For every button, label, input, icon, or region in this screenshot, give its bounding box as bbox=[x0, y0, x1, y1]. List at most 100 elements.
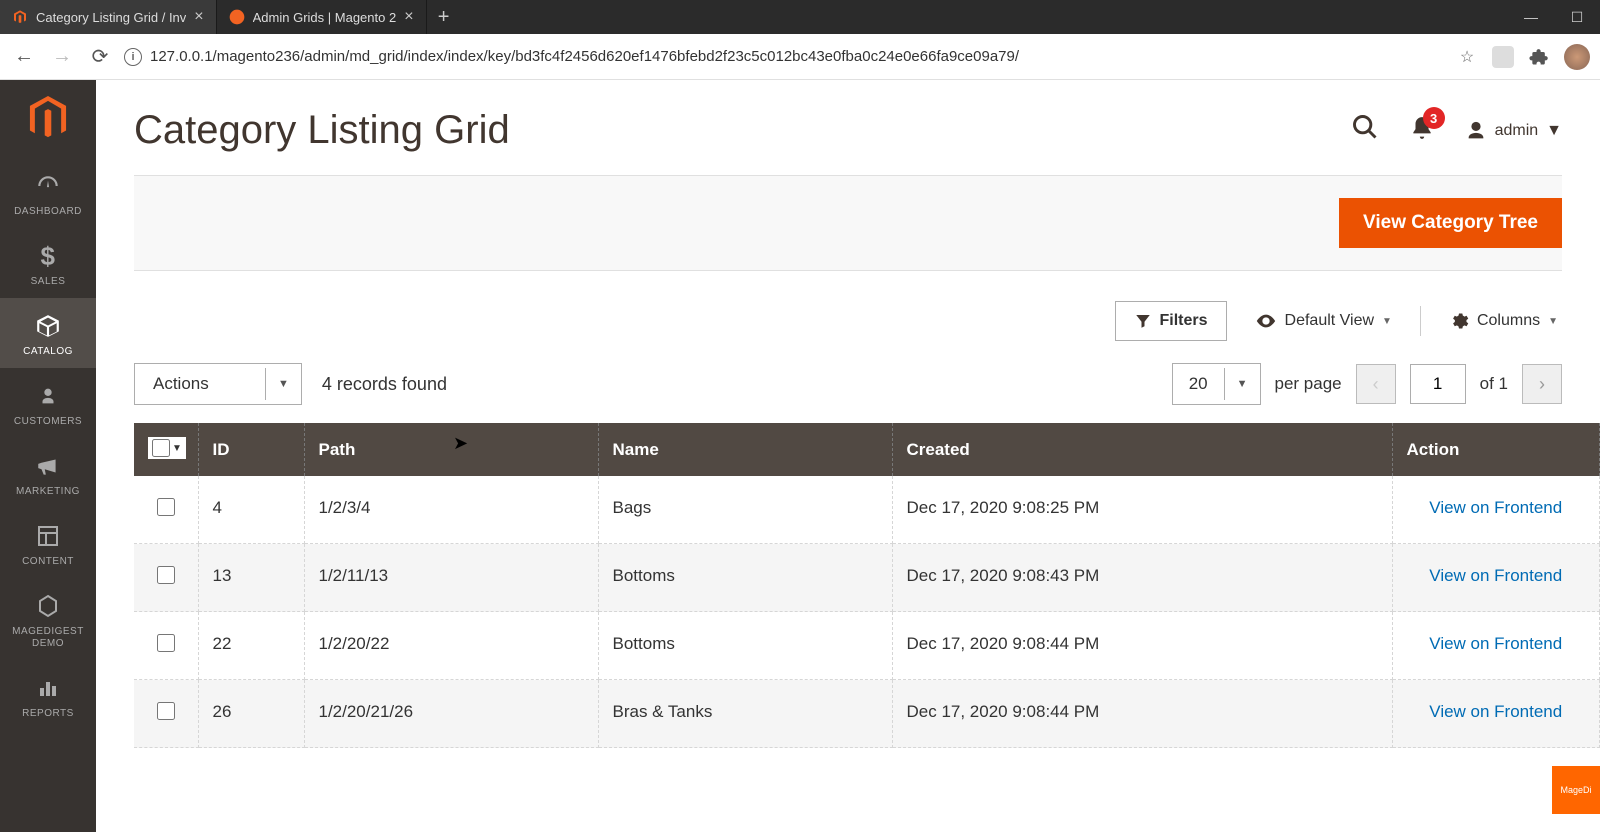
search-icon[interactable] bbox=[1351, 113, 1379, 148]
cell-path: 1/2/20/21/26 bbox=[304, 680, 598, 748]
admin-user-menu[interactable]: admin ▼ bbox=[1465, 120, 1562, 142]
page-input[interactable] bbox=[1410, 364, 1466, 404]
page-title: Category Listing Grid bbox=[134, 108, 1351, 153]
col-id[interactable]: ID bbox=[198, 423, 304, 476]
layout-icon bbox=[34, 522, 62, 550]
address-bar: ← → ⟳ i 127.0.0.1/magento236/admin/md_gr… bbox=[0, 34, 1600, 80]
view-on-frontend-link[interactable]: View on Frontend bbox=[1429, 498, 1562, 517]
row-checkbox[interactable] bbox=[157, 634, 175, 652]
url-bar[interactable]: i 127.0.0.1/magento236/admin/md_grid/ind… bbox=[124, 48, 1446, 66]
back-button[interactable]: ← bbox=[10, 43, 38, 71]
view-category-tree-button[interactable]: View Category Tree bbox=[1339, 198, 1562, 248]
barchart-icon bbox=[34, 674, 62, 702]
eye-icon bbox=[1255, 310, 1277, 332]
default-view-button[interactable]: Default View ▼ bbox=[1251, 304, 1396, 338]
cell-created: Dec 17, 2020 9:08:44 PM bbox=[892, 680, 1392, 748]
close-icon[interactable]: × bbox=[194, 9, 203, 25]
box-icon bbox=[34, 312, 62, 340]
cell-action: View on Frontend bbox=[1392, 476, 1600, 544]
minimize-button[interactable]: — bbox=[1508, 0, 1554, 34]
forward-button[interactable]: → bbox=[48, 43, 76, 71]
maximize-button[interactable]: ☐ bbox=[1554, 0, 1600, 34]
per-page-value: 20 bbox=[1173, 364, 1224, 404]
chevron-down-icon: ▼ bbox=[1546, 122, 1562, 140]
col-path[interactable]: Path bbox=[304, 423, 598, 476]
sidebar-item-label: SALES bbox=[31, 276, 66, 288]
cell-action: View on Frontend bbox=[1392, 544, 1600, 612]
columns-label: Columns bbox=[1477, 312, 1540, 330]
admin-username: admin bbox=[1495, 122, 1539, 140]
row-checkbox[interactable] bbox=[157, 498, 175, 516]
sidebar-item-label: CUSTOMERS bbox=[14, 416, 82, 428]
hex-icon bbox=[34, 592, 62, 620]
row-checkbox[interactable] bbox=[157, 702, 175, 720]
cell-name: Bottoms bbox=[598, 612, 892, 680]
actions-dropdown-label: Actions bbox=[135, 364, 265, 404]
table-row[interactable]: 221/2/20/22BottomsDec 17, 2020 9:08:44 P… bbox=[134, 612, 1600, 680]
table-row[interactable]: 41/2/3/4BagsDec 17, 2020 9:08:25 PMView … bbox=[134, 476, 1600, 544]
col-name[interactable]: Name bbox=[598, 423, 892, 476]
browser-tab-active[interactable]: Category Listing Grid / Inv × bbox=[0, 0, 217, 34]
view-on-frontend-link[interactable]: View on Frontend bbox=[1429, 634, 1562, 653]
prev-page-button[interactable]: ‹ bbox=[1356, 364, 1396, 404]
site-info-icon[interactable]: i bbox=[124, 48, 142, 66]
profile-avatar[interactable] bbox=[1564, 44, 1590, 70]
default-view-label: Default View bbox=[1285, 312, 1375, 330]
funnel-icon bbox=[1134, 312, 1152, 330]
table-header-row: ▼ ID Path Name Created Action bbox=[134, 423, 1600, 476]
sidebar-item-dashboard[interactable]: DASHBOARD bbox=[0, 158, 96, 228]
sidebar-item-magedigest-demo[interactable]: MAGEDIGEST DEMO bbox=[0, 578, 96, 660]
magento-favicon bbox=[229, 9, 245, 25]
url-text: 127.0.0.1/magento236/admin/md_grid/index… bbox=[150, 48, 1019, 65]
col-created[interactable]: Created bbox=[892, 423, 1392, 476]
tab-title: Category Listing Grid / Inv bbox=[36, 10, 186, 25]
sidebar-item-sales[interactable]: $ SALES bbox=[0, 228, 96, 298]
next-page-button[interactable]: › bbox=[1522, 364, 1562, 404]
chevron-down-icon: ▼ bbox=[1548, 316, 1558, 327]
floating-badge[interactable]: MageDi bbox=[1552, 766, 1600, 814]
notifications-button[interactable]: 3 bbox=[1409, 115, 1435, 146]
cell-path: 1/2/20/22 bbox=[304, 612, 598, 680]
browser-tab[interactable]: Admin Grids | Magento 2 × bbox=[217, 0, 427, 34]
bookmark-star-icon[interactable]: ☆ bbox=[1456, 46, 1478, 68]
sidebar-item-label: MAGEDIGEST DEMO bbox=[0, 626, 96, 650]
admin-sidebar: DASHBOARD $ SALES CATALOG CUSTOMERS MARKETING… bbox=[0, 80, 96, 832]
extension-icon[interactable] bbox=[1492, 46, 1514, 68]
table-row[interactable]: 131/2/11/13BottomsDec 17, 2020 9:08:43 P… bbox=[134, 544, 1600, 612]
select-all-header[interactable]: ▼ bbox=[134, 423, 198, 476]
actions-dropdown[interactable]: Actions ▼ bbox=[134, 363, 302, 405]
sidebar-item-label: CATALOG bbox=[23, 346, 73, 358]
sidebar-item-catalog[interactable]: CATALOG bbox=[0, 298, 96, 368]
extensions-puzzle-icon[interactable] bbox=[1528, 46, 1550, 68]
cell-created: Dec 17, 2020 9:08:44 PM bbox=[892, 612, 1392, 680]
sidebar-item-marketing[interactable]: MARKETING bbox=[0, 438, 96, 508]
main-content: Category Listing Grid 3 admin ▼ View Cat… bbox=[96, 80, 1600, 832]
new-tab-button[interactable]: + bbox=[427, 0, 461, 34]
sidebar-item-label: REPORTS bbox=[22, 708, 74, 720]
sidebar-item-label: MARKETING bbox=[16, 486, 80, 498]
table-row[interactable]: 261/2/20/21/26Bras & TanksDec 17, 2020 9… bbox=[134, 680, 1600, 748]
cell-name: Bottoms bbox=[598, 544, 892, 612]
row-checkbox[interactable] bbox=[157, 566, 175, 584]
view-on-frontend-link[interactable]: View on Frontend bbox=[1429, 702, 1562, 721]
data-grid: ▼ ID Path Name Created Action 41/2/3/4Ba… bbox=[134, 423, 1600, 748]
columns-button[interactable]: Columns ▼ bbox=[1445, 305, 1562, 337]
per-page-select[interactable]: 20 ▼ bbox=[1172, 363, 1261, 405]
cell-id: 13 bbox=[198, 544, 304, 612]
close-icon[interactable]: × bbox=[404, 9, 413, 25]
view-on-frontend-link[interactable]: View on Frontend bbox=[1429, 566, 1562, 585]
chevron-down-icon[interactable]: ▼ bbox=[1224, 368, 1260, 400]
window-controls: — ☐ bbox=[1508, 0, 1600, 34]
col-action[interactable]: Action bbox=[1392, 423, 1600, 476]
sidebar-item-content[interactable]: CONTENT bbox=[0, 508, 96, 578]
dollar-icon: $ bbox=[34, 242, 62, 270]
filters-button[interactable]: Filters bbox=[1115, 301, 1227, 341]
select-all-checkbox[interactable] bbox=[152, 439, 170, 457]
chevron-down-icon[interactable]: ▼ bbox=[265, 368, 301, 400]
sidebar-item-customers[interactable]: CUSTOMERS bbox=[0, 368, 96, 438]
sidebar-item-reports[interactable]: REPORTS bbox=[0, 660, 96, 730]
reload-button[interactable]: ⟳ bbox=[86, 43, 114, 71]
magento-favicon bbox=[12, 9, 28, 25]
separator bbox=[1420, 306, 1421, 336]
magento-logo[interactable] bbox=[28, 80, 68, 158]
